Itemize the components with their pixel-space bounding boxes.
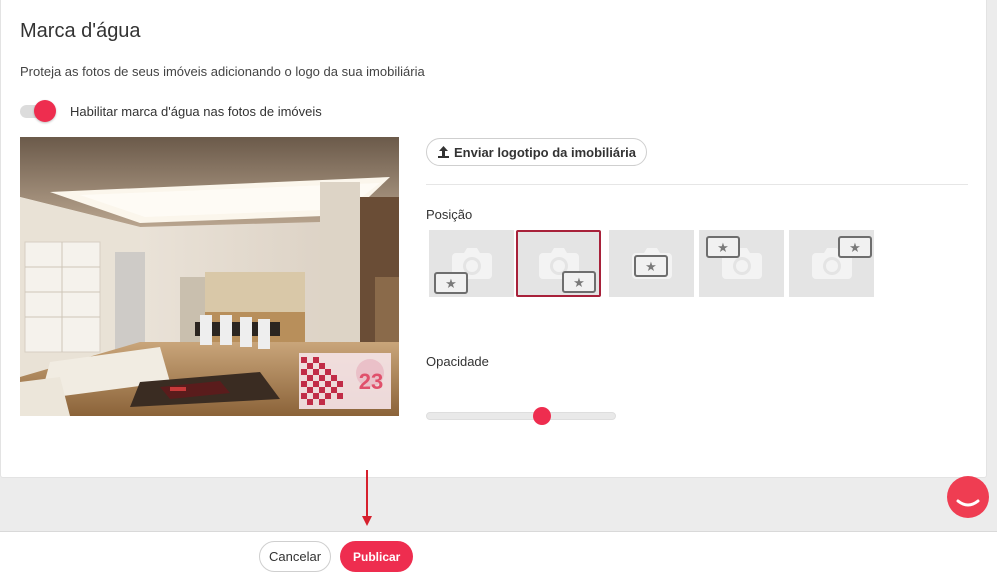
position-label: Posição xyxy=(426,207,473,222)
watermark-preview-image: 23 xyxy=(20,137,399,416)
position-option-center[interactable]: ★ xyxy=(609,230,694,297)
red-arrow-annotation xyxy=(362,470,372,526)
opacity-slider[interactable] xyxy=(426,404,616,428)
watermark-toggle[interactable] xyxy=(20,100,56,122)
watermark-logo: 23 xyxy=(299,353,391,409)
opacity-label: Opacidade xyxy=(426,354,489,369)
slider-thumb[interactable] xyxy=(533,407,551,425)
star-icon: ★ xyxy=(434,272,468,294)
watermark-toggle-row: Habilitar marca d'água nas fotos de imóv… xyxy=(20,100,322,122)
publish-button[interactable]: Publicar xyxy=(340,541,414,572)
position-options: ★ ★ ★ ★ ★ xyxy=(429,230,875,297)
footer-bar xyxy=(0,531,997,582)
page-title: Marca d'água xyxy=(20,20,141,42)
star-icon: ★ xyxy=(634,255,668,277)
toggle-knob xyxy=(34,100,56,122)
position-option-bottom-left[interactable]: ★ xyxy=(429,230,514,297)
chat-bubble-button[interactable] xyxy=(947,476,989,518)
star-icon: ★ xyxy=(838,236,872,258)
position-option-top-right[interactable]: ★ xyxy=(789,230,874,297)
position-option-top-left[interactable]: ★ xyxy=(699,230,784,297)
watermark-card: Marca d'água Proteja as fotos de seus im… xyxy=(0,0,987,478)
star-icon: ★ xyxy=(706,236,740,258)
position-option-bottom-right[interactable]: ★ xyxy=(516,230,601,297)
section-description: Proteja as fotos de seus imóveis adicion… xyxy=(20,64,425,79)
divider xyxy=(426,184,968,185)
slider-rail xyxy=(426,412,616,420)
room-photo: 23 xyxy=(20,137,399,416)
watermark-text: 23 xyxy=(359,369,383,394)
chat-icon xyxy=(956,499,980,507)
upload-logo-button[interactable]: Enviar logotipo da imobiliária xyxy=(426,138,648,166)
toggle-label: Habilitar marca d'água nas fotos de imóv… xyxy=(70,103,322,119)
upload-icon xyxy=(438,145,449,158)
cancel-button[interactable]: Cancelar xyxy=(259,541,332,572)
star-icon: ★ xyxy=(562,271,596,293)
upload-logo-label: Enviar logotipo da imobiliária xyxy=(454,144,637,160)
